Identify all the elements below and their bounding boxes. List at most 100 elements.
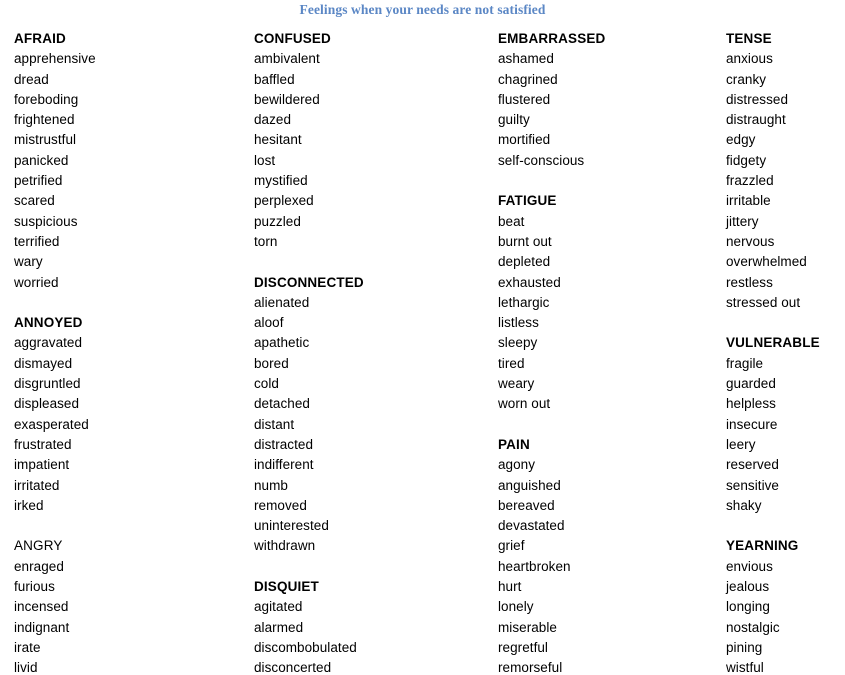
feeling-word: self-conscious [498, 152, 585, 168]
section-heading: TENSE [726, 31, 772, 46]
section-heading: EMBARRASSED [498, 31, 606, 46]
feeling-word: weary [498, 376, 535, 392]
feeling-word: distraught [726, 112, 786, 128]
feeling-word: panicked [14, 152, 69, 168]
feeling-word: nervous [726, 233, 775, 249]
feeling-word: apprehensive [14, 51, 96, 67]
section-heading: DISQUIET [254, 579, 319, 595]
section-heading: PAIN [498, 436, 530, 452]
feeling-word: perplexed [254, 193, 314, 209]
feeling-word: lost [254, 152, 276, 168]
feeling-word: nostalgic [726, 619, 780, 635]
feeling-word: guarded [726, 376, 776, 392]
feeling-word: listless [498, 315, 539, 331]
feeling-word: distant [254, 416, 295, 432]
feeling-word: terrified [14, 233, 60, 249]
feeling-word: irked [14, 497, 44, 513]
section-heading: ANNOYED [14, 315, 83, 331]
feeling-word: livid [14, 660, 38, 675]
section-heading: YEARNING [726, 538, 799, 554]
feeling-word: anguished [498, 477, 561, 493]
feeling-word: disconcerted [254, 660, 332, 675]
feeling-word: distracted [254, 436, 314, 452]
feeling-word: hurt [498, 579, 522, 595]
feeling-word: detached [254, 396, 310, 412]
feeling-word: discombobulated [254, 639, 357, 655]
feeling-word-list: fragile guarded helpless insecure leery reser… [726, 354, 845, 516]
feeling-word: jealous [726, 579, 770, 595]
feeling-word: dread [14, 71, 49, 87]
feeling-section: EMBARRASSED ashamed chagrined flustered guil… [498, 29, 718, 171]
feeling-word: overwhelmed [726, 254, 807, 270]
feeling-word: regretful [498, 639, 548, 655]
feeling-word: devastated [498, 518, 565, 534]
feeling-word: sleepy [498, 335, 538, 351]
feeling-section: ANGRY enraged furious incensed indignant irat… [14, 536, 244, 675]
feeling-section: AFRAID apprehensive dread foreboding frighte… [14, 29, 244, 293]
feeling-word: exasperated [14, 416, 89, 432]
feeling-word: indifferent [254, 457, 314, 473]
section-heading: FATIGUE [498, 193, 557, 209]
feeling-word: longing [726, 599, 770, 615]
feeling-word: leery [726, 436, 756, 452]
feeling-word: dismayed [14, 355, 73, 371]
feeling-word: irritated [14, 477, 60, 493]
feeling-word: chagrined [498, 71, 558, 87]
word-column-2: EMBARRASSED ashamed chagrined flustered guil… [498, 29, 718, 675]
feeling-word: sensitive [726, 477, 779, 493]
feeling-word: foreboding [14, 91, 79, 107]
feeling-word: helpless [726, 396, 776, 412]
feeling-word: guilty [498, 112, 530, 128]
feeling-word: numb [254, 477, 288, 493]
feeling-word: fidgety [726, 152, 767, 168]
feeling-word: mystified [254, 173, 308, 189]
feeling-word: torn [254, 233, 278, 249]
feeling-word: wary [14, 254, 43, 270]
feeling-word: lethargic [498, 294, 550, 310]
feeling-section: CONFUSED ambivalent baffled bewildered dazed… [254, 29, 489, 252]
word-columns-container: AFRAID apprehensive dread foreboding frighte… [0, 29, 845, 675]
feeling-word: suspicious [14, 213, 78, 229]
feeling-word: heartbroken [498, 558, 571, 574]
feeling-word: scared [14, 193, 55, 209]
word-column-3: TENSE anxious cranky distressed distraught ed… [726, 29, 845, 675]
feeling-word: withdrawn [254, 538, 316, 554]
feeling-section: DISQUIET agitated alarmed discombobulated di… [254, 577, 489, 675]
feeling-word: aloof [254, 315, 284, 331]
feeling-word: remorseful [498, 660, 563, 675]
feeling-word: irritable [726, 193, 771, 209]
feeling-word: frazzled [726, 173, 774, 189]
feeling-word: puzzled [254, 213, 301, 229]
feeling-word-list: apprehensive dread foreboding frightened mis… [14, 49, 244, 293]
word-column-1: CONFUSED ambivalent baffled bewildered dazed… [254, 29, 489, 675]
feeling-word: insecure [726, 416, 778, 432]
feeling-word: removed [254, 497, 307, 513]
feeling-word: worn out [498, 396, 551, 412]
feeling-section: TENSE anxious cranky distressed distraught ed… [726, 29, 845, 313]
section-heading: ANGRY [14, 538, 63, 554]
feeling-word: worried [14, 274, 59, 290]
feelings-reference-sheet: Feelings when your needs are not satisfi… [0, 0, 845, 675]
feeling-section: DISCONNECTED alienated aloof apathetic bored… [254, 273, 489, 557]
feeling-word: fragile [726, 355, 764, 371]
feeling-word: wistful [726, 660, 764, 675]
feeling-word: disgruntled [14, 376, 81, 392]
feeling-word: impatient [14, 457, 70, 473]
feeling-word-list: beat burnt out depleted exhausted lethargic l… [498, 212, 718, 415]
feeling-word-list: enraged furious incensed indignant irate livi… [14, 557, 244, 675]
feeling-word: stressed out [726, 294, 801, 310]
feeling-word: distressed [726, 91, 789, 107]
feeling-word: cold [254, 376, 279, 392]
feeling-section: PAIN agony anguished bereaved devastated grie… [498, 435, 718, 675]
feeling-word: incensed [14, 599, 69, 615]
feeling-word: hesitant [254, 132, 302, 148]
feeling-word: anxious [726, 51, 773, 67]
feeling-word: depleted [498, 254, 551, 270]
feeling-word: tired [498, 355, 525, 371]
feeling-word: beat [498, 213, 525, 229]
feeling-word: grief [498, 538, 525, 554]
feeling-word: agony [498, 457, 536, 473]
feeling-word: baffled [254, 71, 295, 87]
feeling-word: edgy [726, 132, 756, 148]
feeling-word-list: alienated aloof apathetic bored cold detached… [254, 293, 489, 557]
